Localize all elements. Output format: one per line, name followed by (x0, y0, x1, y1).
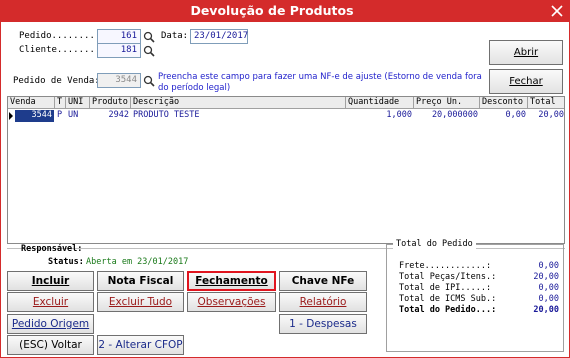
fechamento-button[interactable]: Fechamento (187, 271, 276, 291)
excluir-button[interactable]: Excluir (7, 292, 94, 312)
total-icms-label: Total de ICMS Sub.: (399, 294, 497, 304)
col-descricao[interactable]: Descrição (131, 97, 346, 109)
cell-desconto[interactable]: 0,00 (480, 110, 528, 122)
close-icon[interactable] (548, 2, 566, 20)
cliente-field[interactable]: 181 (97, 43, 141, 58)
status-label: Status: (48, 257, 84, 267)
col-venda[interactable]: Venda (8, 97, 55, 109)
cell-venda[interactable]: 3544 (15, 110, 54, 122)
col-uni[interactable]: UNI (66, 97, 90, 109)
total-itens-row: Total Peças/Itens.: 20,00 (399, 272, 559, 283)
pedido-label: Pedido........: (19, 31, 101, 41)
cell-preco[interactable]: 20,000000 (414, 110, 480, 122)
cell-total[interactable]: 20,00 (528, 110, 564, 122)
despesas-button[interactable]: 1 - Despesas (279, 314, 367, 334)
nota-fiscal-button[interactable]: Nota Fiscal (97, 271, 184, 291)
total-itens-value: 20,00 (533, 272, 559, 282)
total-icms-value: 0,00 (538, 294, 559, 304)
total-frete-label: Frete............: (399, 261, 492, 271)
data-field[interactable]: 23/01/2017 (190, 29, 248, 44)
abrir-button[interactable]: Abrir (489, 40, 563, 65)
col-total[interactable]: Total (528, 97, 564, 109)
items-grid[interactable]: Venda T UNI Produto Descrição Quantidade… (7, 96, 565, 244)
pedido-venda-hint: Preencha este campo para fazer uma NF-e … (158, 72, 482, 93)
total-ipi-value: 0,00 (538, 283, 559, 293)
voltar-button[interactable]: (ESC) Voltar (7, 335, 94, 355)
totals-box: Total do Pedido Frete............: 0,00 … (386, 239, 564, 352)
col-produto[interactable]: Produto (90, 97, 131, 109)
cell-t[interactable]: P (55, 110, 66, 122)
col-quantidade[interactable]: Quantidade (346, 97, 414, 109)
total-pedido-value: 20,00 (533, 305, 559, 315)
total-icms-row: Total de ICMS Sub.: 0,00 (399, 294, 559, 305)
row-pointer-icon (9, 112, 13, 120)
col-desconto[interactable]: Desconto (480, 97, 528, 109)
pedido-field[interactable]: 161 (97, 29, 141, 44)
total-frete-value: 0,00 (538, 261, 559, 271)
total-itens-label: Total Peças/Itens.: (399, 272, 497, 282)
total-frete-row: Frete............: 0,00 (399, 261, 559, 272)
fechar-button[interactable]: Fechar (489, 69, 563, 94)
cliente-label: Cliente.......: (19, 45, 101, 55)
search-cliente-icon[interactable] (143, 45, 155, 57)
cell-produto[interactable]: 2942 (90, 110, 131, 122)
window-title: Devolução de Produtos (190, 3, 354, 18)
total-pedido-row: Total do Pedido...: 20,00 (399, 305, 559, 316)
search-pedido-icon[interactable] (143, 31, 155, 43)
totals-legend: Total do Pedido (393, 239, 476, 249)
relatorio-button[interactable]: Relatório (279, 292, 367, 312)
cell-descricao[interactable]: PRODUTO TESTE (131, 110, 346, 122)
responsavel-label: Responsável: (21, 244, 83, 254)
incluir-button[interactable]: Incluir (7, 271, 94, 291)
pedido-venda-field[interactable]: 3544 (97, 73, 141, 88)
total-pedido-label: Total do Pedido...: (399, 305, 497, 315)
observacoes-button[interactable]: Observações (187, 292, 276, 312)
pedido-origem-button[interactable]: Pedido Origem (7, 314, 94, 334)
chave-nfe-button[interactable]: Chave NFe (279, 271, 367, 291)
total-ipi-label: Total de IPI.....: (399, 283, 492, 293)
cell-uni[interactable]: UN (66, 110, 90, 122)
main-window: Pedido........: 161 Data: 23/01/2017 Cli… (0, 22, 570, 358)
title-bar: Devolução de Produtos (0, 0, 570, 22)
pedido-venda-label: Pedido de Venda: (13, 76, 100, 86)
total-ipi-row: Total de IPI.....: 0,00 (399, 283, 559, 294)
excluir-tudo-button[interactable]: Excluir Tudo (97, 292, 184, 312)
col-preco[interactable]: Preço Un. (414, 97, 480, 109)
data-label: Data: (161, 31, 189, 41)
search-pedido-venda-icon[interactable] (143, 75, 155, 87)
alterar-cfop-button[interactable]: 2 - Alterar CFOP (97, 335, 184, 355)
col-t[interactable]: T (55, 97, 66, 109)
grid-header: Venda T UNI Produto Descrição Quantidade… (8, 97, 564, 109)
status-value: Aberta em 23/01/2017 (86, 257, 189, 267)
cell-quantidade[interactable]: 1,000 (346, 110, 414, 122)
